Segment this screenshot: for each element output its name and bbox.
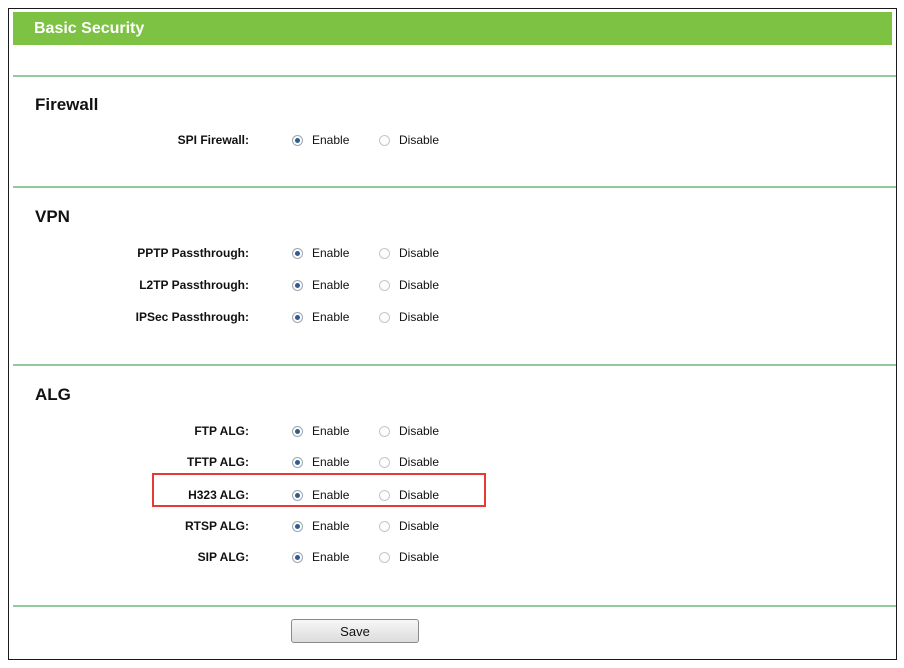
h323-alg-row: H323 ALG: Enable Disable — [9, 485, 609, 505]
sip-alg-enable-radio[interactable] — [292, 551, 303, 563]
l2tp-enable-option[interactable]: Enable — [292, 275, 349, 295]
section-divider — [13, 605, 896, 607]
vpn-section-title: VPN — [35, 207, 70, 226]
firewall-section-title: Firewall — [35, 95, 99, 114]
tftp-alg-disable-option[interactable]: Disable — [379, 452, 439, 472]
sip-alg-label: SIP ALG: — [197, 550, 249, 564]
disable-text: Disable — [399, 424, 440, 438]
l2tp-enable-radio[interactable] — [292, 279, 303, 291]
h323-alg-label: H323 ALG: — [188, 488, 249, 502]
disable-text: Disable — [399, 550, 440, 564]
enable-text: Enable — [312, 133, 350, 147]
ipsec-passthrough-label: IPSec Passthrough: — [135, 310, 249, 324]
tftp-alg-label: TFTP ALG: — [187, 455, 249, 469]
spi-firewall-enable-option[interactable]: Enable — [292, 130, 349, 150]
pptp-disable-option[interactable]: Disable — [379, 243, 439, 263]
ipsec-passthrough-row: IPSec Passthrough: Enable Disable — [9, 307, 609, 327]
tftp-alg-enable-option[interactable]: Enable — [292, 452, 349, 472]
sip-alg-disable-option[interactable]: Disable — [379, 547, 439, 567]
h323-alg-enable-radio[interactable] — [292, 489, 303, 501]
ipsec-enable-option[interactable]: Enable — [292, 307, 349, 327]
pptp-enable-option[interactable]: Enable — [292, 243, 349, 263]
enable-text: Enable — [312, 246, 350, 260]
pptp-disable-radio[interactable] — [379, 247, 390, 259]
sip-alg-enable-option[interactable]: Enable — [292, 547, 349, 567]
spi-firewall-label: SPI Firewall: — [177, 133, 249, 147]
pptp-passthrough-row: PPTP Passthrough: Enable Disable — [9, 243, 609, 263]
section-divider — [13, 186, 896, 188]
spi-firewall-disable-option[interactable]: Disable — [379, 130, 439, 150]
ipsec-disable-option[interactable]: Disable — [379, 307, 439, 327]
spi-firewall-disable-radio[interactable] — [379, 134, 390, 146]
ftp-alg-disable-option[interactable]: Disable — [379, 421, 439, 441]
section-divider — [13, 75, 896, 77]
ipsec-enable-radio[interactable] — [292, 311, 303, 323]
rtsp-alg-enable-option[interactable]: Enable — [292, 516, 349, 536]
tftp-alg-row: TFTP ALG: Enable Disable — [9, 452, 609, 472]
l2tp-passthrough-label: L2TP Passthrough: — [139, 278, 249, 292]
rtsp-alg-row: RTSP ALG: Enable Disable — [9, 516, 609, 536]
spi-firewall-row: SPI Firewall: Enable Disable — [9, 130, 609, 150]
disable-text: Disable — [399, 133, 440, 147]
disable-text: Disable — [399, 278, 440, 292]
enable-text: Enable — [312, 310, 350, 324]
ftp-alg-row: FTP ALG: Enable Disable — [9, 421, 609, 441]
pptp-enable-radio[interactable] — [292, 247, 303, 259]
h323-alg-enable-option[interactable]: Enable — [292, 485, 349, 505]
enable-text: Enable — [312, 550, 350, 564]
tftp-alg-enable-radio[interactable] — [292, 456, 303, 468]
security-panel: Basic Security Firewall SPI Firewall: En… — [8, 8, 897, 660]
rtsp-alg-label: RTSP ALG: — [184, 519, 249, 533]
ftp-alg-label: FTP ALG: — [194, 424, 249, 438]
ftp-alg-disable-radio[interactable] — [379, 425, 390, 437]
h323-alg-disable-radio[interactable] — [379, 489, 390, 501]
l2tp-passthrough-row: L2TP Passthrough: Enable Disable — [9, 275, 609, 295]
h323-alg-disable-option[interactable]: Disable — [379, 485, 439, 505]
section-divider — [13, 364, 896, 366]
tftp-alg-disable-radio[interactable] — [379, 456, 390, 468]
rtsp-alg-disable-option[interactable]: Disable — [379, 516, 439, 536]
enable-text: Enable — [312, 519, 350, 533]
rtsp-alg-enable-radio[interactable] — [292, 520, 303, 532]
ftp-alg-enable-radio[interactable] — [292, 425, 303, 437]
disable-text: Disable — [399, 246, 440, 260]
disable-text: Disable — [399, 310, 440, 324]
save-button[interactable]: Save — [291, 619, 419, 643]
disable-text: Disable — [399, 488, 440, 502]
page-header: Basic Security — [13, 12, 892, 45]
rtsp-alg-disable-radio[interactable] — [379, 520, 390, 532]
pptp-passthrough-label: PPTP Passthrough: — [137, 246, 249, 260]
ftp-alg-enable-option[interactable]: Enable — [292, 421, 349, 441]
sip-alg-row: SIP ALG: Enable Disable — [9, 547, 609, 567]
sip-alg-disable-radio[interactable] — [379, 551, 390, 563]
l2tp-disable-radio[interactable] — [379, 279, 390, 291]
spi-firewall-enable-radio[interactable] — [292, 134, 303, 146]
disable-text: Disable — [399, 519, 440, 533]
disable-text: Disable — [399, 455, 440, 469]
alg-section-title: ALG — [35, 385, 71, 404]
l2tp-disable-option[interactable]: Disable — [379, 275, 439, 295]
enable-text: Enable — [312, 488, 350, 502]
enable-text: Enable — [312, 455, 350, 469]
ipsec-disable-radio[interactable] — [379, 311, 390, 323]
enable-text: Enable — [312, 278, 350, 292]
enable-text: Enable — [312, 424, 350, 438]
